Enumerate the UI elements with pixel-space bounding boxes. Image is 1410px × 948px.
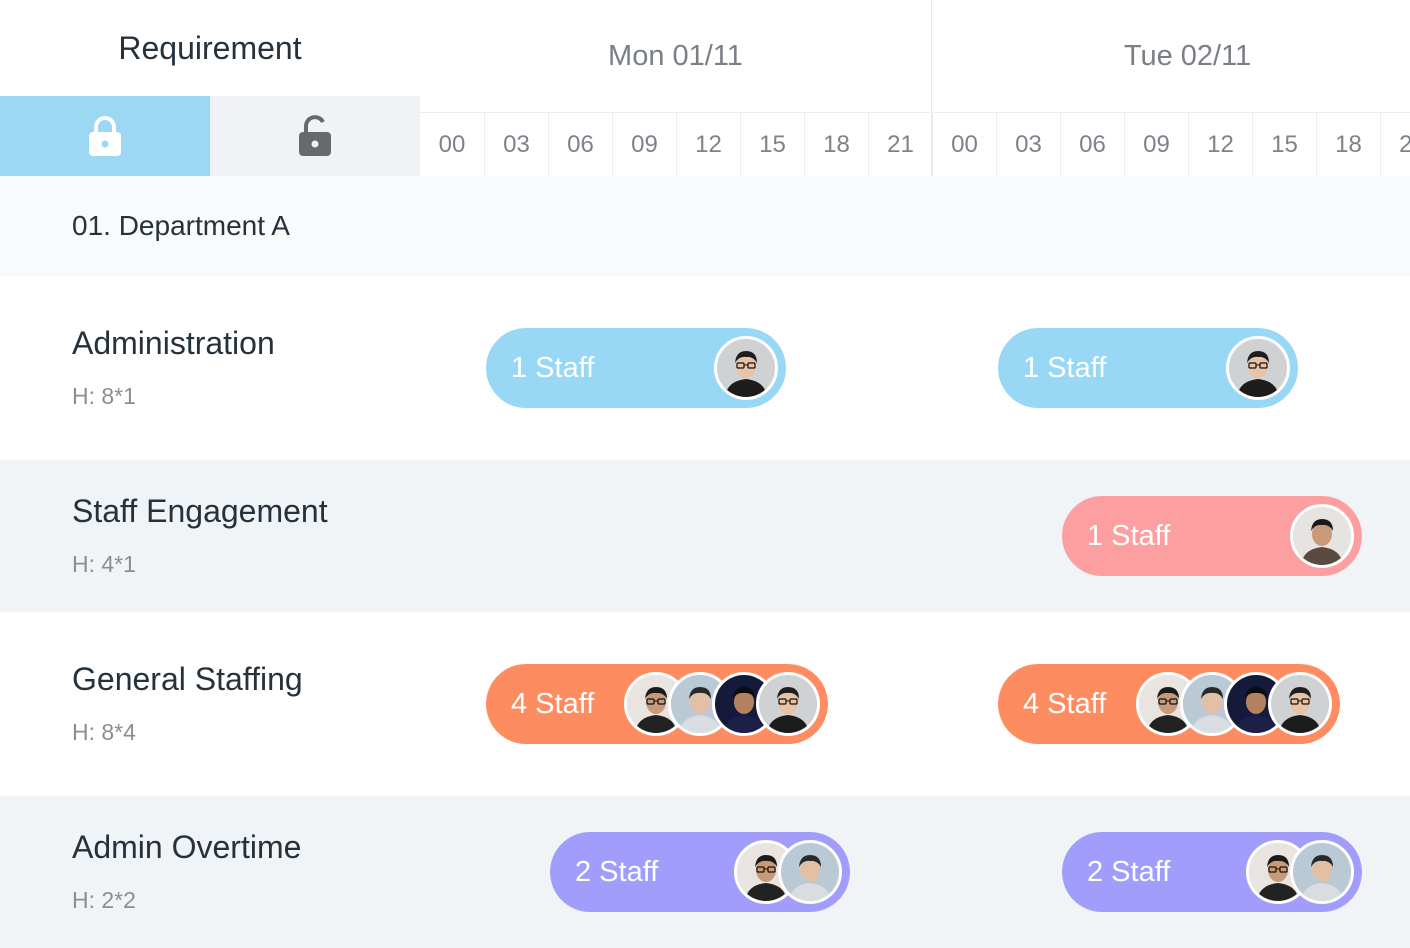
hour-cell: 18 (804, 113, 868, 176)
portrait (1229, 339, 1287, 397)
shift-pill[interactable]: 2 Staff (1062, 832, 1362, 912)
staff-count: 1 Staff (511, 351, 595, 384)
portrait (781, 843, 839, 901)
row-hours: H: 8*4 (72, 719, 136, 745)
shift-pill[interactable]: 1 Staff (998, 328, 1298, 408)
row-name-general-staffing: General Staffing (72, 661, 303, 697)
shift-pill[interactable]: 1 Staff (486, 328, 786, 408)
hour-cell: 00 (438, 130, 466, 158)
hour-cell: 06 (1060, 113, 1124, 176)
lock-closed-icon (89, 116, 121, 156)
hour-cell: 21 (868, 113, 932, 176)
avatar[interactable] (1268, 672, 1332, 736)
staff-count: 2 Staff (1087, 855, 1171, 888)
row-hours: H: 4*1 (72, 551, 136, 577)
row-name-administration: Administration (72, 325, 275, 361)
hour-cell: 03 (996, 113, 1060, 176)
row-name-admin-overtime: Admin Overtime (72, 829, 302, 865)
hour-cell: 09 (1124, 113, 1188, 176)
portrait (1293, 507, 1351, 565)
avatar[interactable] (1290, 840, 1354, 904)
hour-cell: 18 (1316, 113, 1380, 176)
avatar[interactable] (756, 672, 820, 736)
hour-cell: 06 (548, 113, 612, 176)
department-label[interactable]: 01. Department A (72, 176, 290, 276)
staff-count: 4 Staff (511, 687, 595, 720)
hour-cell: 12 (1188, 113, 1252, 176)
staff-count: 4 Staff (1023, 687, 1107, 720)
lock-open-icon (299, 115, 331, 156)
avatar[interactable] (1290, 504, 1354, 568)
portrait (1293, 843, 1351, 901)
staff-count: 2 Staff (575, 855, 659, 888)
day-header-tue: Tue 02/11 (1123, 39, 1252, 72)
day-header-mon: Mon 01/11 (608, 39, 743, 72)
avatar[interactable] (714, 336, 778, 400)
row-name-staff-engagement: Staff Engagement (72, 493, 328, 529)
shift-pill[interactable]: 1 Staff (1062, 496, 1362, 576)
avatar[interactable] (778, 840, 842, 904)
portrait (1271, 675, 1329, 733)
row-hours: H: 2*2 (72, 887, 136, 913)
hour-cell: 03 (484, 113, 548, 176)
shift-pill[interactable]: 4 Staff (998, 664, 1340, 744)
portrait (717, 339, 775, 397)
hour-cell: 09 (612, 113, 676, 176)
shift-pill[interactable]: 2 Staff (550, 832, 850, 912)
portrait (759, 675, 817, 733)
staff-count: 1 Staff (1023, 351, 1107, 384)
unlock-button[interactable] (210, 96, 420, 176)
hour-cell: 15 (1252, 113, 1316, 176)
staff-count: 1 Staff (1087, 519, 1171, 552)
row-hours: H: 8*1 (72, 383, 136, 409)
lock-button[interactable] (0, 96, 210, 176)
hour-cell: 00 (932, 113, 996, 176)
hour-cell: 21 (1380, 113, 1410, 176)
shift-pill[interactable]: 4 Staff (486, 664, 828, 744)
avatar[interactable] (1226, 336, 1290, 400)
hour-cell: 12 (676, 113, 740, 176)
hour-cell: 15 (740, 113, 804, 176)
requirement-title: Requirement (118, 29, 302, 66)
